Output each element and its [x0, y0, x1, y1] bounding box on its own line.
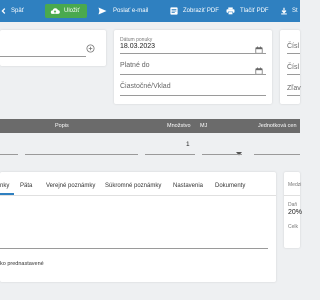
tab-footer[interactable]: Päta: [20, 183, 32, 189]
number-field-1-underline: [287, 53, 300, 54]
tab-public-notes[interactable]: Verejné poznámky: [46, 183, 95, 189]
discount-field-underline: [287, 95, 300, 96]
summary-divider: [284, 195, 300, 196]
tab-settings[interactable]: Nastavenia: [173, 183, 203, 189]
number-field-2-underline: [287, 74, 300, 75]
add-circle-icon[interactable]: [86, 40, 95, 58]
client-card: [0, 30, 106, 66]
subtotal-label: Medzi: [288, 182, 302, 188]
items-table-header: Popis Množstvo MJ Jednotková cen: [0, 119, 300, 133]
back-button-label: Späť: [11, 8, 24, 14]
header-unit: MJ: [200, 123, 208, 129]
tab-private-notes[interactable]: Súkromné poznámky: [105, 183, 161, 189]
arrow-left-icon: [0, 7, 8, 15]
tax-label: Daň: [288, 202, 298, 208]
notes-default-label: ko prednastavené: [0, 261, 44, 267]
notes-textarea[interactable]: [0, 248, 268, 249]
valid-until-underline: [120, 74, 266, 75]
item-quantity-value[interactable]: 1: [186, 141, 190, 148]
more-button-label: St: [292, 8, 298, 14]
send-icon: [98, 7, 107, 15]
total-label: Celk: [288, 224, 299, 230]
numbering-card: Čísl Čísl Zľav: [280, 30, 301, 104]
more-button[interactable]: St: [280, 0, 298, 22]
printer-icon: [226, 7, 235, 15]
calendar-icon[interactable]: [255, 62, 263, 80]
save-button[interactable]: Uložiť: [45, 4, 87, 18]
caret-down-icon[interactable]: [236, 143, 242, 161]
header-description: Popis: [55, 123, 69, 129]
top-toolbar: Späť Uložiť Poslať e-mail Zobraziť PDF T…: [0, 0, 300, 22]
tab-notes[interactable]: nky: [0, 183, 9, 189]
cloud-upload-icon: [50, 7, 60, 15]
partial-deposit-field[interactable]: Čiastočné/Vklad: [120, 83, 171, 90]
back-button[interactable]: Späť: [0, 0, 24, 22]
offer-date-underline: [120, 53, 266, 54]
show-pdf-label: Zobraziť PDF: [183, 8, 219, 14]
number-field-1[interactable]: Čísl: [287, 43, 299, 50]
calendar-icon[interactable]: [255, 41, 263, 59]
discount-field[interactable]: Zľav: [287, 85, 301, 92]
item-unit-select[interactable]: [202, 154, 242, 155]
offer-date-value[interactable]: 18.03.2023: [120, 43, 155, 50]
table-row: 1: [0, 133, 300, 157]
notes-card: nky Päta Verejné poznámky Súkromné pozná…: [0, 172, 276, 282]
send-email-label: Poslať e-mail: [113, 8, 149, 14]
document-info-card: Dátum ponuky 18.03.2023 Platné do Čiasto…: [114, 30, 272, 104]
print-pdf-label: Tlačiť PDF: [240, 8, 269, 14]
send-email-button[interactable]: Poslať e-mail: [98, 0, 148, 22]
number-field-2[interactable]: Čísl: [287, 64, 299, 71]
save-button-label: Uložiť: [64, 8, 80, 14]
tab-documents[interactable]: Dokumenty: [215, 183, 245, 189]
tax-value[interactable]: 20%: [288, 209, 302, 216]
download-icon: [280, 7, 288, 15]
valid-until-field[interactable]: Platné do: [120, 62, 150, 69]
item-quantity-underline: [145, 154, 195, 155]
client-select-underline[interactable]: [0, 56, 86, 57]
item-code-field[interactable]: [0, 154, 18, 155]
header-unit-price: Jednotková cen: [258, 123, 297, 129]
partial-deposit-underline: [120, 95, 266, 96]
header-quantity: Množstvo: [167, 123, 191, 129]
print-pdf-button[interactable]: Tlačiť PDF: [226, 0, 269, 22]
item-description-field[interactable]: [25, 154, 138, 155]
pdf-document-icon: [170, 7, 178, 15]
summary-card: Medzi Daň 20% Celk: [284, 172, 302, 248]
show-pdf-button[interactable]: Zobraziť PDF: [170, 0, 219, 22]
tabs-divider: [0, 195, 276, 196]
item-unit-price-field[interactable]: [254, 154, 300, 155]
